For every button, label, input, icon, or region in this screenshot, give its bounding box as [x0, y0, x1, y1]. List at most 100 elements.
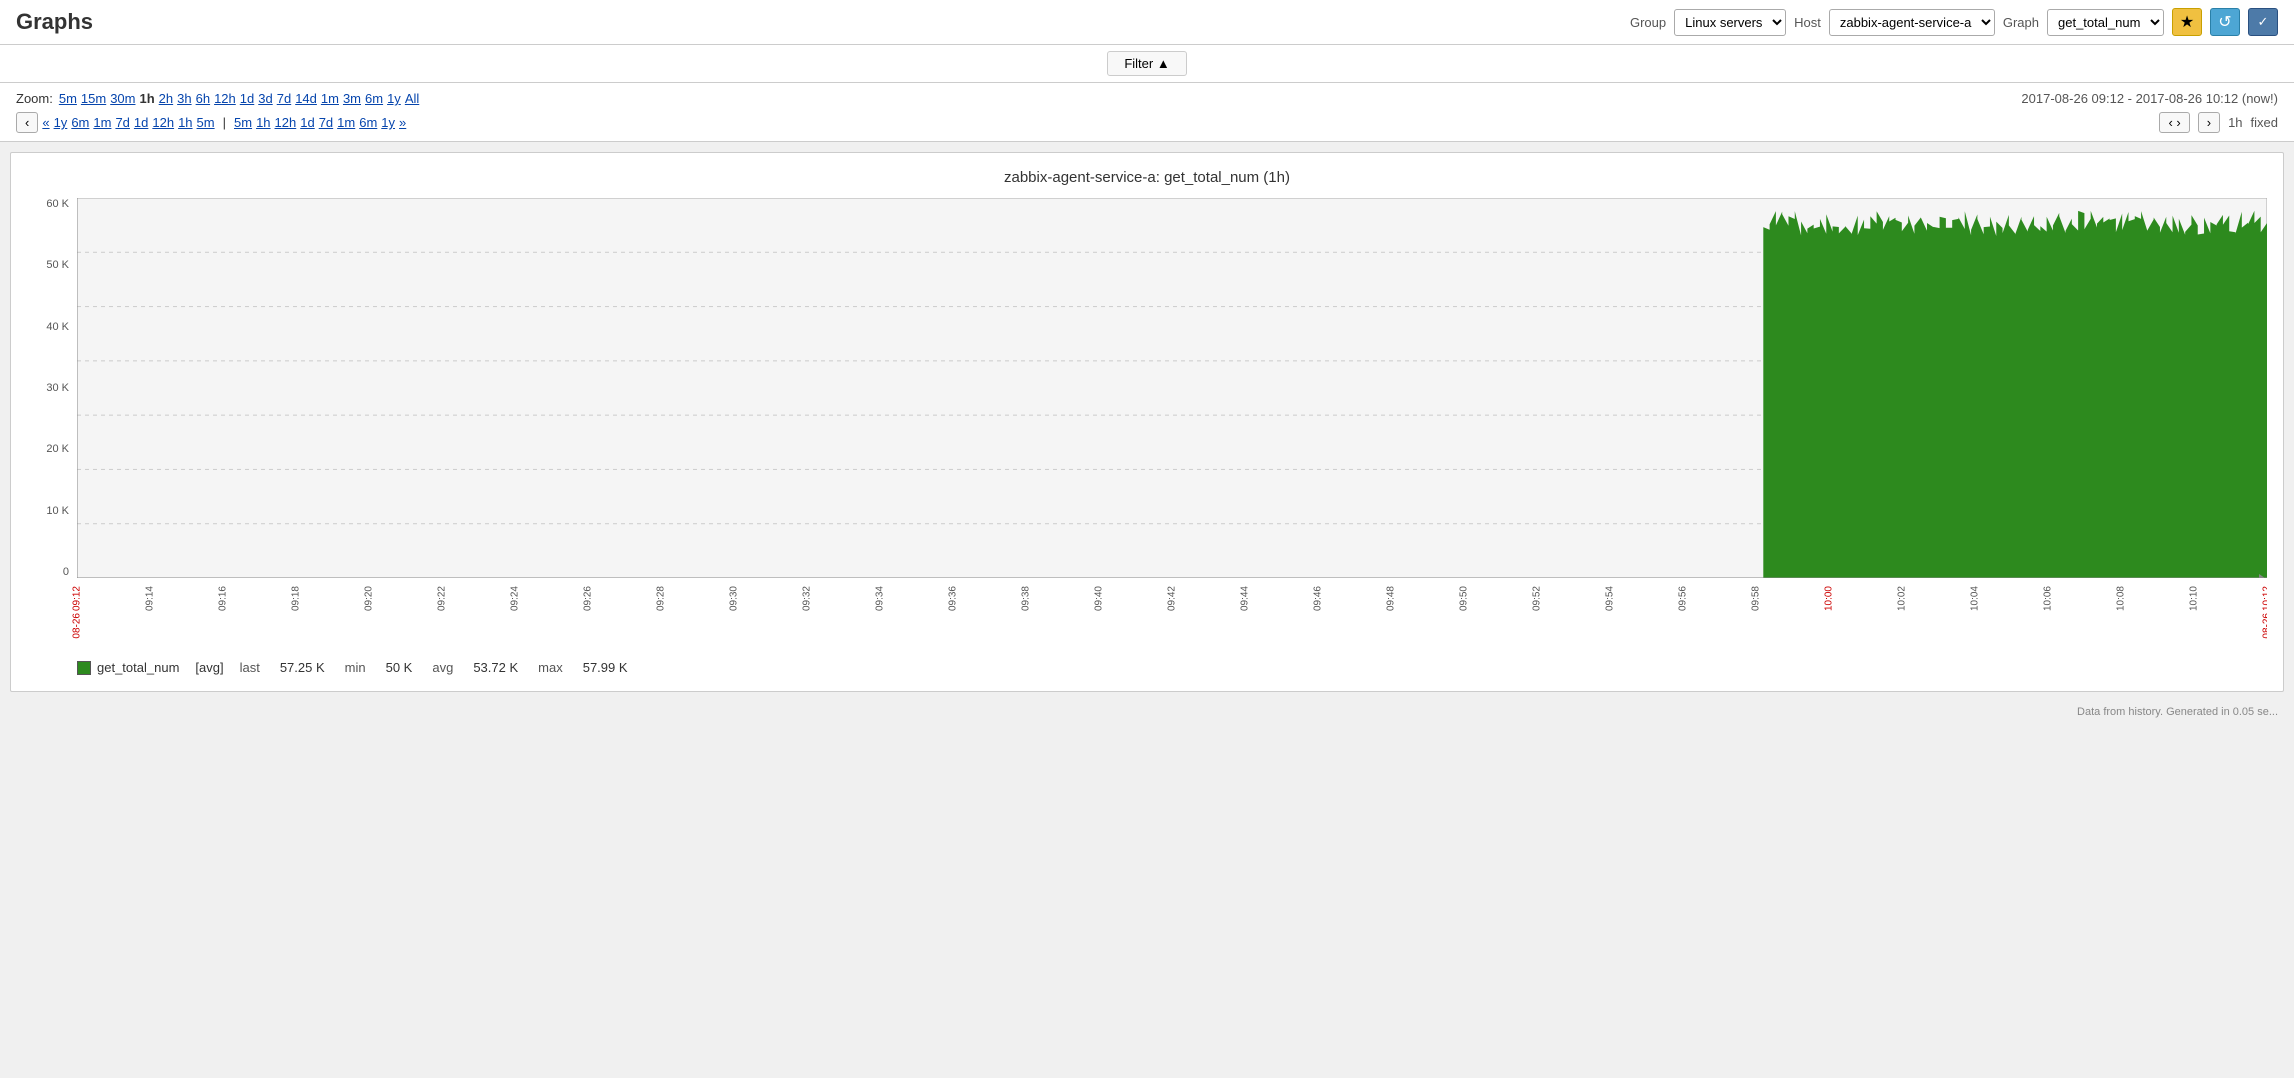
x-label: 10:1208-26 [2262, 586, 2268, 639]
x-label: 10:00 [1824, 586, 1835, 613]
legend-name: get_total_num [97, 660, 179, 675]
x-label: 09:36 [948, 586, 959, 613]
x-label: 09:52 [1532, 586, 1543, 613]
nav-7d-back[interactable]: 7d [115, 115, 129, 130]
nav-1m-fwd[interactable]: 1m [337, 115, 355, 130]
x-label: 09:18 [291, 586, 302, 613]
min-value: 50 K [386, 660, 413, 675]
x-label: 09:40 [1094, 586, 1105, 613]
zoom-3h[interactable]: 3h [177, 91, 191, 106]
nav-1y-back[interactable]: 1y [54, 115, 68, 130]
nav-1d-fwd[interactable]: 1d [300, 115, 314, 130]
zoom-3m[interactable]: 3m [343, 91, 361, 106]
max-label: max [538, 660, 563, 675]
refresh-button[interactable]: ↺ [2210, 8, 2240, 36]
graph-title: zabbix-agent-service-a: get_total_num (1… [27, 169, 2267, 186]
zoom-label: Zoom: [16, 91, 53, 106]
legend-stats: last 57.25 K min 50 K avg 53.72 K max 57… [240, 660, 628, 675]
nav-back-button[interactable]: ‹ [16, 112, 38, 133]
host-label: Host [1794, 15, 1821, 30]
x-label: 09:26 [583, 586, 594, 613]
y-label-20k: 20 K [46, 443, 69, 455]
y-axis: 60 K 50 K 40 K 30 K 20 K 10 K 0 [27, 198, 77, 578]
last-label: last [240, 660, 260, 675]
x-label: 09:50 [1459, 586, 1470, 613]
zoom-15m[interactable]: 15m [81, 91, 106, 106]
y-label-60k: 60 K [46, 198, 69, 210]
graph-label: Graph [2003, 15, 2039, 30]
x-label: 09:20 [364, 586, 375, 613]
x-label: 09:30 [729, 586, 740, 613]
x-label: 09:54 [1605, 586, 1616, 613]
nav-7d-fwd[interactable]: 7d [319, 115, 333, 130]
header-controls: Group Linux servers Host zabbix-agent-se… [1630, 8, 2278, 36]
zoom-6m[interactable]: 6m [365, 91, 383, 106]
zoom-7d[interactable]: 7d [277, 91, 291, 106]
duration-label: 1h [2228, 115, 2242, 130]
nav-back-far[interactable]: « [42, 115, 49, 130]
x-label: 09:1208-26 [72, 586, 83, 639]
x-label: 09:34 [875, 586, 886, 613]
nav-right: ‹ › › 1h fixed [2159, 112, 2278, 133]
zoom-1y[interactable]: 1y [387, 91, 401, 106]
zoom-row: Zoom: 5m 15m 30m 1h 2h 3h 6h 12h 1d 3d 7… [16, 91, 2278, 106]
nav-5m-fwd[interactable]: 5m [234, 115, 252, 130]
time-range: 2017-08-26 09:12 - 2017-08-26 10:12 (now… [2021, 91, 2278, 106]
x-label: 09:56 [1678, 586, 1689, 613]
kiosk-button[interactable]: ✓ [2248, 8, 2278, 36]
zoom-3d[interactable]: 3d [258, 91, 272, 106]
y-label-50k: 50 K [46, 259, 69, 271]
zoom-links: 5m 15m 30m 1h 2h 3h 6h 12h 1d 3d 7d 14d … [59, 91, 419, 106]
y-label-0: 0 [63, 566, 69, 578]
nav-left-links: « 1y 6m 1m 7d 1d 12h 1h 5m | 5m 1h 12h 1… [42, 115, 406, 130]
zoom-1h[interactable]: 1h [140, 91, 155, 106]
graph-select[interactable]: get_total_num [2047, 9, 2164, 36]
x-label: 09:28 [656, 586, 667, 613]
nav-6m-fwd[interactable]: 6m [359, 115, 377, 130]
header: Graphs Group Linux servers Host zabbix-a… [0, 0, 2294, 45]
nav-1m-back[interactable]: 1m [93, 115, 111, 130]
nav-1h-back[interactable]: 1h [178, 115, 192, 130]
min-label: min [345, 660, 366, 675]
nav-1y-fwd[interactable]: 1y [381, 115, 395, 130]
x-axis: 09:1208-2609:1409:1609:1809:2009:2209:24… [27, 582, 2267, 652]
avg-label: avg [432, 660, 453, 675]
legend-type: [avg] [195, 660, 223, 675]
x-label: 10:08 [2116, 586, 2127, 613]
group-select[interactable]: Linux servers [1674, 9, 1786, 36]
zoom-14d[interactable]: 14d [295, 91, 317, 106]
favorite-button[interactable]: ★ [2172, 8, 2202, 36]
x-label: 10:02 [1897, 586, 1908, 613]
zoom-1m[interactable]: 1m [321, 91, 339, 106]
x-label: 09:16 [218, 586, 229, 613]
x-label: 09:38 [1021, 586, 1032, 613]
zoom-30m[interactable]: 30m [110, 91, 135, 106]
nav-5m-back[interactable]: 5m [197, 115, 215, 130]
zoom-12h[interactable]: 12h [214, 91, 236, 106]
controls-bar: Zoom: 5m 15m 30m 1h 2h 3h 6h 12h 1d 3d 7… [0, 83, 2294, 142]
nav-1d-back[interactable]: 1d [134, 115, 148, 130]
zoom-1d[interactable]: 1d [240, 91, 254, 106]
x-label: 09:42 [1167, 586, 1178, 613]
group-label: Group [1630, 15, 1666, 30]
zoom-all[interactable]: All [405, 91, 419, 106]
nav-forward-button[interactable]: › [2198, 112, 2220, 133]
legend-item: get_total_num [77, 660, 179, 675]
footnote: Data from history. Generated in 0.05 se.… [0, 702, 2294, 726]
legend-color [77, 661, 91, 675]
nav-1h-fwd[interactable]: 1h [256, 115, 270, 130]
max-value: 57.99 K [583, 660, 628, 675]
zoom-5m[interactable]: 5m [59, 91, 77, 106]
nav-dots-button[interactable]: ‹ › [2159, 112, 2189, 133]
nav-12h-back[interactable]: 12h [152, 115, 174, 130]
nav-fwd-far[interactable]: » [399, 115, 406, 130]
zoom-2h[interactable]: 2h [159, 91, 173, 106]
nav-separator: | [223, 115, 226, 130]
filter-button[interactable]: Filter ▲ [1107, 51, 1186, 76]
zoom-6h[interactable]: 6h [196, 91, 210, 106]
nav-6m-back[interactable]: 6m [71, 115, 89, 130]
host-select[interactable]: zabbix-agent-service-a [1829, 9, 1995, 36]
nav-12h-fwd[interactable]: 12h [275, 115, 297, 130]
avg-value: 53.72 K [473, 660, 518, 675]
x-label: 10:06 [2043, 586, 2054, 613]
